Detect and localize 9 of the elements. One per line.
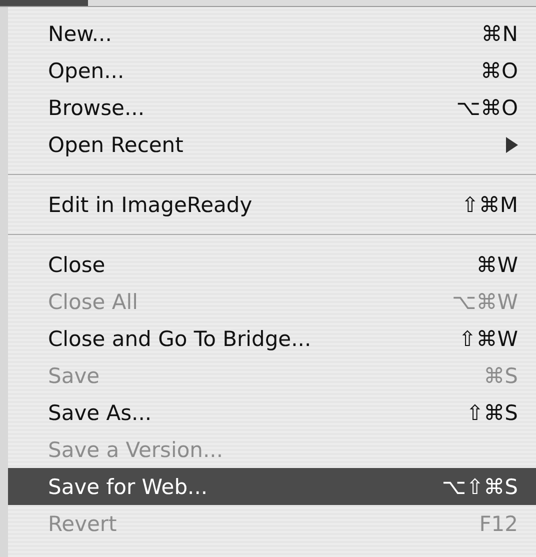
menu-item[interactable]: Close ⌘W	[8, 246, 536, 283]
menu-item[interactable]: Close and Go To Bridge... ⇧⌘W	[8, 320, 536, 357]
menu-item[interactable]: New... ⌘N	[8, 15, 536, 52]
menu-item[interactable]: Save As... ⇧⌘S	[8, 394, 536, 431]
menu-item[interactable]: Browse... ⌥⌘O	[8, 89, 536, 126]
menu-item[interactable]: Open Recent	[8, 126, 536, 163]
menu-item[interactable]: Save for Web... ⌥⇧⌘S	[8, 468, 536, 505]
menu-item[interactable]: Edit in ImageReady ⇧⌘M	[8, 186, 536, 223]
menu-item[interactable]: Open... ⌘O	[8, 52, 536, 89]
